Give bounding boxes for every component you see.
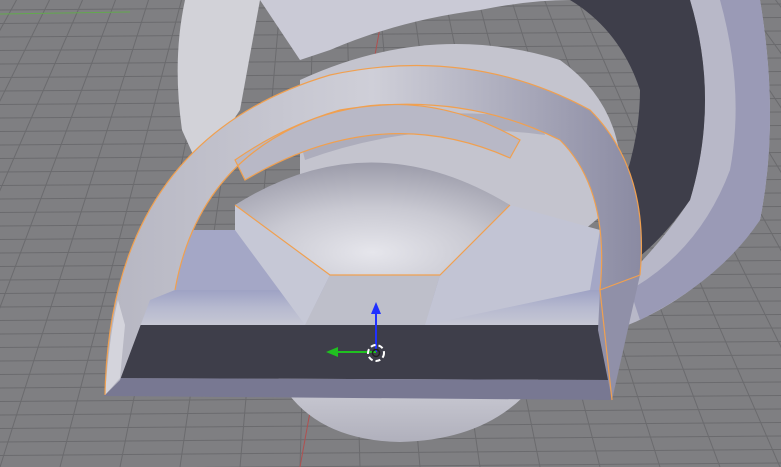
- viewport-canvas[interactable]: [0, 0, 781, 467]
- 3d-viewport[interactable]: [0, 0, 781, 467]
